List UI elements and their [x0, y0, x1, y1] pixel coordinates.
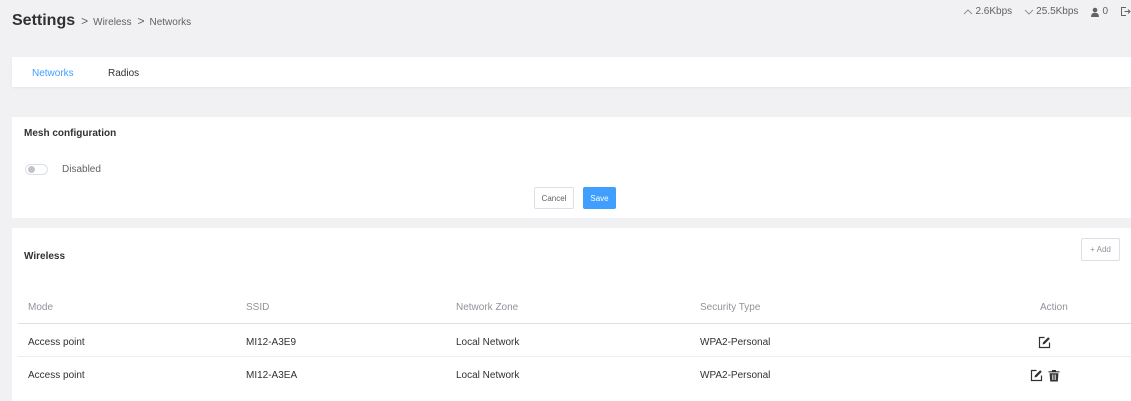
upload-rate: 2.6Kbps [963, 6, 1012, 17]
column-header-ssid: SSID [246, 302, 270, 313]
column-header-action: Action [1040, 302, 1068, 313]
save-button[interactable]: Save [583, 187, 616, 209]
top-bar: Settings > Wireless > Networks 2.6Kbps 2… [0, 0, 1131, 56]
mesh-configuration-panel: Mesh configuration Disabled Cancel Save [12, 117, 1131, 218]
cell-ssid: MI12-A3E9 [246, 337, 297, 348]
table-row: Access point MI12-A3E9 Local Network WPA… [18, 324, 1131, 356]
breadcrumb-separator: > [81, 14, 89, 28]
column-header-mode: Mode [28, 302, 54, 313]
cell-mode: Access point [28, 370, 85, 381]
cell-network-zone: Local Network [456, 337, 520, 348]
row-actions [1030, 369, 1060, 382]
trash-icon[interactable] [1048, 369, 1060, 382]
breadcrumb-item-wireless[interactable]: Wireless [93, 17, 131, 28]
user-count[interactable]: 0 [1090, 6, 1108, 17]
breadcrumb-separator: > [137, 14, 145, 28]
wireless-title: Wireless [24, 251, 66, 262]
upload-rate-value: 2.6Kbps [975, 6, 1013, 17]
download-rate-value: 25.5Kbps [1036, 6, 1079, 17]
cell-network-zone: Local Network [456, 370, 520, 381]
cell-ssid: MI12-A3EA [246, 370, 298, 381]
cell-security-type: WPA2-Personal [700, 337, 771, 348]
breadcrumb-item-networks: Networks [149, 17, 192, 28]
arrow-up-icon [963, 8, 973, 16]
column-header-network-zone: Network Zone [456, 302, 519, 313]
page-title: Settings [12, 12, 76, 29]
logout-icon [1120, 6, 1131, 17]
table-header: Mode SSID Network Zone Security Type Act… [18, 294, 1131, 324]
edit-icon[interactable] [1030, 369, 1043, 382]
tabs-panel: Networks Radios [12, 57, 1131, 87]
mesh-toggle[interactable] [25, 164, 48, 175]
row-actions [1038, 336, 1051, 349]
tab-networks[interactable]: Networks [32, 68, 74, 79]
table-row: Access point MI12-A3EA Local Network WPA… [18, 356, 1131, 388]
mesh-toggle-label: Disabled [62, 164, 101, 175]
breadcrumb: Settings > Wireless > Networks [12, 12, 191, 30]
cell-security-type: WPA2-Personal [700, 370, 771, 381]
wireless-panel: Wireless + Add Mode SSID Network Zone Se… [12, 228, 1131, 401]
add-button[interactable]: + Add [1081, 238, 1120, 261]
wireless-table: Mode SSID Network Zone Security Type Act… [18, 294, 1131, 388]
tab-radios[interactable]: Radios [108, 68, 139, 79]
toggle-knob [28, 166, 35, 173]
column-header-security-type: Security Type [700, 302, 761, 313]
arrow-down-icon [1024, 8, 1034, 16]
user-icon [1090, 7, 1100, 17]
cancel-button[interactable]: Cancel [534, 187, 574, 209]
edit-icon[interactable] [1038, 336, 1051, 349]
cell-mode: Access point [28, 337, 85, 348]
status-bar: 2.6Kbps 25.5Kbps 0 [963, 6, 1131, 17]
mesh-configuration-title: Mesh configuration [24, 128, 117, 139]
logout-button[interactable] [1120, 6, 1131, 17]
download-rate: 25.5Kbps [1024, 6, 1078, 17]
user-count-value: 0 [1102, 6, 1108, 17]
